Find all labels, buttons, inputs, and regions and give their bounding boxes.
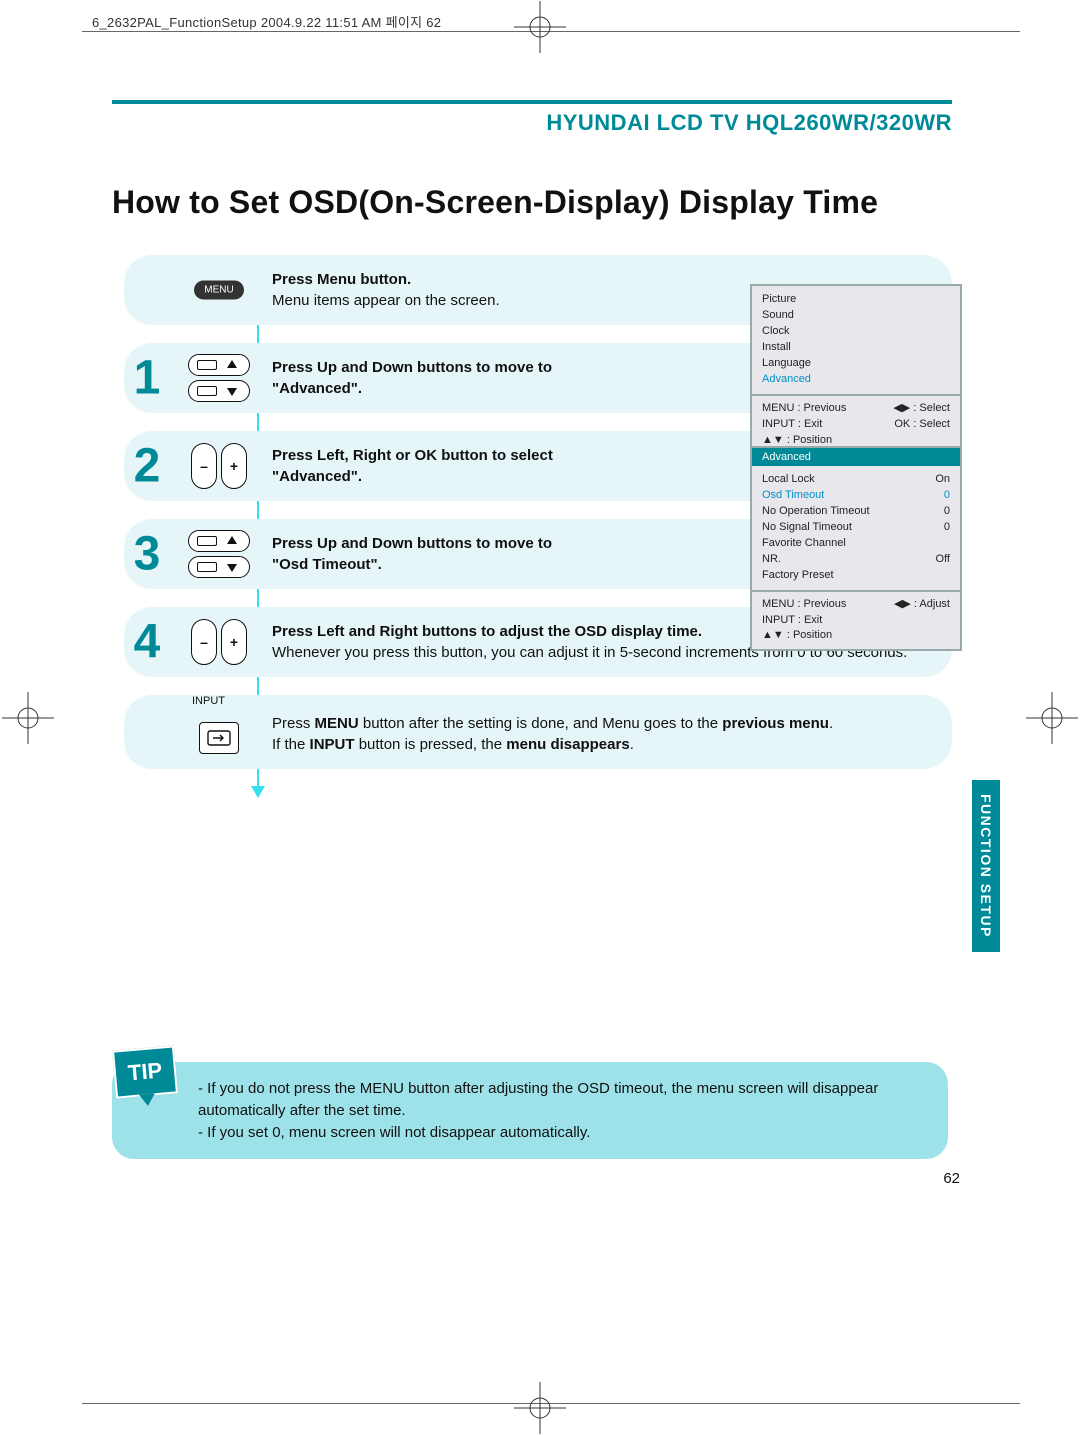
osd-item: Language	[762, 356, 950, 372]
registration-mark-icon	[1026, 692, 1078, 744]
step-bold: Press Up and Down buttons to move to	[272, 535, 552, 552]
osd-item-selected: Advanced	[762, 372, 950, 388]
step-number: 2	[120, 439, 174, 494]
osd-item: No Operation Timeout	[762, 504, 870, 520]
osd-hint: ◀▶ : Select	[893, 401, 950, 417]
tip-line: - If you do not press the MENU button af…	[198, 1078, 926, 1100]
step-number: 1	[120, 351, 174, 406]
osd-header: Advanced	[752, 448, 960, 466]
page-number: 62	[943, 1170, 960, 1187]
osd-hint: INPUT : Exit	[762, 417, 822, 433]
osd-hint: ▲▼ : Position	[762, 628, 832, 644]
osd-value: 0	[944, 504, 950, 520]
registration-mark-icon	[514, 1382, 566, 1434]
osd-item: Local Lock	[762, 472, 815, 488]
tip-line: - If you set 0, menu screen will not dis…	[198, 1122, 926, 1144]
osd-value: Off	[936, 552, 950, 568]
step-rest: Menu items appear on the screen.	[272, 292, 500, 309]
tip-box: TIP - If you do not press the MENU butto…	[112, 1062, 948, 1159]
osd-value: On	[935, 472, 950, 488]
osd-main-menu: Picture Sound Clock Install Language Adv…	[750, 284, 962, 455]
osd-hint: MENU : Previous	[762, 597, 846, 613]
step-number: 4	[120, 615, 174, 670]
tip-line: automatically after the set time.	[198, 1100, 926, 1122]
up-down-buttons-icon	[188, 354, 250, 402]
osd-item: Picture	[762, 292, 950, 308]
osd-item: Clock	[762, 324, 950, 340]
osd-item: Install	[762, 340, 950, 356]
registration-mark-icon	[514, 1, 566, 53]
step-bold: "Osd Timeout".	[272, 556, 382, 573]
up-down-buttons-icon	[188, 530, 250, 578]
left-right-buttons-icon: –+	[191, 619, 247, 665]
osd-item: Sound	[762, 308, 950, 324]
step-text: Press MENU button after the setting is d…	[272, 713, 932, 755]
osd-hint: INPUT : Exit	[762, 613, 822, 629]
header-rule	[112, 100, 952, 104]
osd-item: Favorite Channel	[762, 536, 846, 552]
step-bold: Press Left, Right or OK button to select	[272, 447, 553, 464]
osd-item-selected: Osd Timeout	[762, 488, 824, 504]
step-number: 3	[120, 527, 174, 582]
tip-badge: TIP	[112, 1045, 178, 1098]
input-label: INPUT	[192, 695, 225, 707]
osd-hint: OK : Select	[894, 417, 950, 433]
left-right-buttons-icon: –+	[191, 443, 247, 489]
step-bold: Press Up and Down buttons to move to	[272, 359, 552, 376]
page-title: How to Set OSD(On-Screen-Display) Displa…	[112, 184, 952, 221]
osd-advanced-menu: Advanced Local Lock On Osd Timeout 0 No Op…	[750, 446, 962, 651]
prepress-meta: 6_2632PAL_FunctionSetup 2004.9.22 11:51 …	[92, 12, 441, 31]
input-button-icon	[199, 722, 239, 754]
section-tab: FUNCTION SETUP	[972, 780, 1000, 952]
step-bold: "Advanced".	[272, 468, 362, 485]
step-bold: Press Left and Right buttons to adjust t…	[272, 623, 702, 640]
osd-hint: ◀▶ : Adjust	[894, 597, 950, 613]
osd-value: 0	[944, 520, 950, 536]
step-bold: "Advanced".	[272, 380, 362, 397]
osd-item: Factory Preset	[762, 568, 834, 584]
osd-value: 0	[944, 488, 950, 504]
osd-hint: MENU : Previous	[762, 401, 846, 417]
osd-item: NR.	[762, 552, 781, 568]
product-line: HYUNDAI LCD TV HQL260WR/320WR	[112, 110, 952, 136]
registration-mark-icon	[2, 692, 54, 744]
step-input: INPUT Press MENU button after the settin…	[124, 695, 952, 769]
osd-item: No Signal Timeout	[762, 520, 852, 536]
menu-button-icon: MENU	[194, 281, 243, 300]
step-bold: Press Menu button.	[272, 271, 411, 288]
